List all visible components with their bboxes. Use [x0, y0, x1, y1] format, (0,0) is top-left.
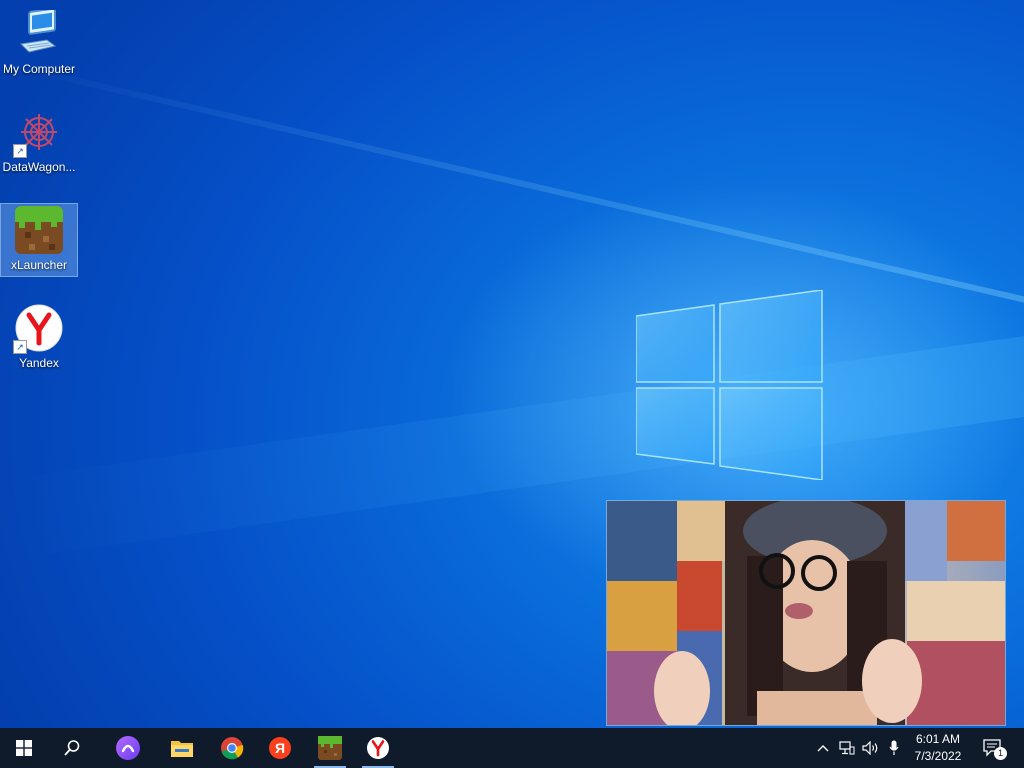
clock[interactable]: 6:01 AM 7/3/2022 — [906, 731, 970, 765]
svg-text:Я: Я — [275, 740, 285, 756]
wallpaper-light-beam — [0, 60, 1024, 314]
taskbar-chrome-button[interactable] — [212, 728, 252, 768]
chevron-up-icon — [817, 745, 829, 752]
shortcut-arrow-icon: ↗ — [13, 144, 27, 158]
chrome-icon — [221, 737, 244, 760]
desktop-icon-label: DataWagon... — [2, 160, 76, 174]
video-popup[interactable] — [606, 500, 1006, 726]
network-icon — [839, 741, 855, 755]
clock-date: 7/3/2022 — [914, 749, 962, 763]
taskbar-minecraft-button[interactable] — [310, 728, 350, 768]
clock-time: 6:01 AM — [915, 732, 961, 746]
taskbar-yandex-browser-button[interactable] — [358, 728, 398, 768]
desktop-icon-datawagon[interactable]: ↗ DataWagon... — [1, 108, 77, 174]
desktop[interactable]: My Computer ↗ DataWagon... xLauncher ↗ Y… — [0, 0, 1024, 728]
microphone-button[interactable] — [884, 728, 904, 768]
volume-button[interactable] — [860, 728, 882, 768]
taskbar: Я 6:01 AM 7/3/2022 1 — [0, 728, 1024, 768]
alice-assistant-icon — [116, 736, 140, 760]
show-hidden-icons-button[interactable] — [812, 728, 834, 768]
start-button[interactable] — [4, 728, 44, 768]
windows-start-icon — [16, 740, 32, 756]
windows-logo-wallpaper — [636, 290, 823, 480]
file-explorer-icon — [171, 741, 193, 757]
volume-icon — [862, 741, 878, 755]
yandex-browser-icon: ↗ — [13, 304, 63, 354]
search-button[interactable] — [52, 728, 92, 768]
yandex-icon: Я — [269, 737, 291, 759]
video-thumbnail-image — [607, 501, 1005, 725]
microphone-icon — [889, 740, 899, 755]
network-button[interactable] — [836, 728, 858, 768]
desktop-icon-label: My Computer — [2, 62, 76, 76]
desktop-icon-yandex[interactable]: ↗ Yandex — [1, 304, 77, 370]
minecraft-grass-block-icon — [15, 206, 63, 254]
desktop-icon-my-computer[interactable]: My Computer — [1, 7, 77, 76]
action-center-button[interactable]: 1 — [978, 728, 1008, 768]
minecraft-icon — [318, 736, 342, 760]
taskbar-file-explorer-button[interactable] — [162, 728, 202, 768]
desktop-icon-label: Yandex — [19, 356, 59, 370]
taskbar-yandex-button[interactable]: Я — [260, 728, 300, 768]
desktop-icon-label: xLauncher — [10, 258, 68, 272]
notification-count-badge: 1 — [994, 747, 1007, 760]
taskbar-alice-button[interactable] — [108, 728, 148, 768]
search-icon — [64, 740, 80, 756]
shortcut-arrow-icon: ↗ — [13, 340, 27, 354]
yandex-browser-icon — [367, 737, 389, 759]
desktop-icon-xlauncher[interactable]: xLauncher — [0, 203, 78, 277]
computer-icon — [15, 7, 63, 58]
datawagon-icon: ↗ — [13, 108, 63, 158]
